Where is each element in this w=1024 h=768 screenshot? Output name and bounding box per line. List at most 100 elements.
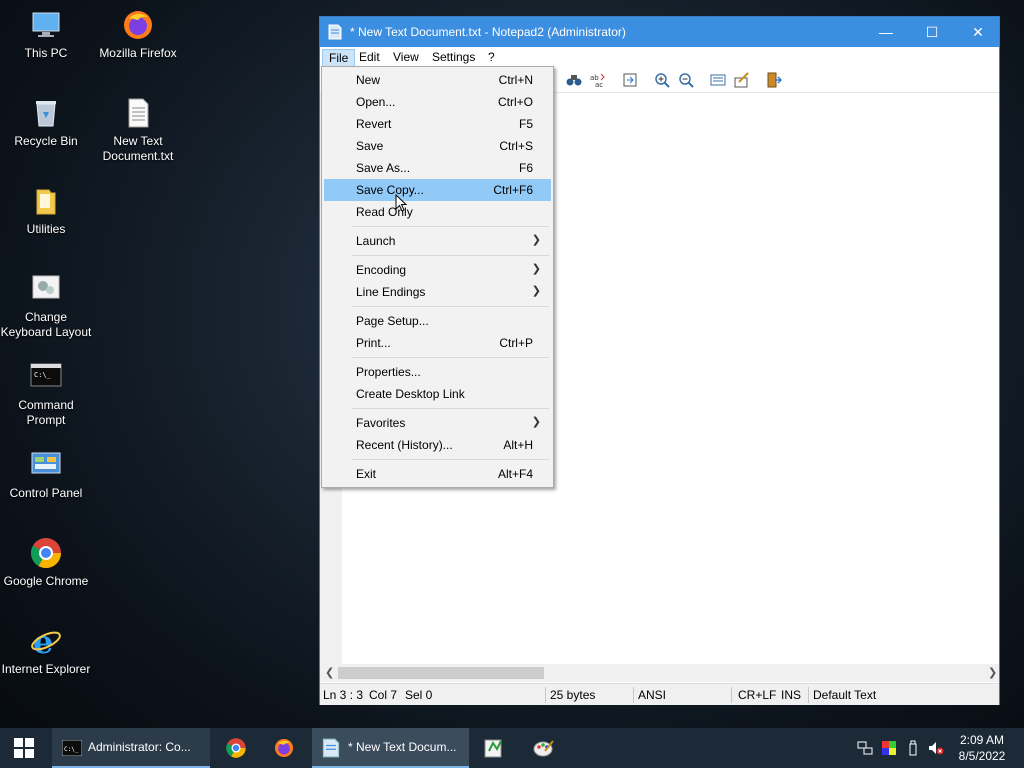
paint-icon bbox=[533, 740, 554, 757]
desktop-icon-google-chrome[interactable]: Google Chrome bbox=[0, 536, 92, 589]
menu-item-save-copy[interactable]: Save Copy... Ctrl+F6 bbox=[324, 179, 551, 201]
desktop-icon-firefox[interactable]: Mozilla Firefox bbox=[92, 8, 184, 61]
recycle-bin-icon bbox=[29, 96, 63, 130]
menu-item-shortcut: Ctrl+N bbox=[498, 73, 533, 87]
menu-item-open[interactable]: Open... Ctrl+O bbox=[324, 91, 551, 113]
find-icon[interactable] bbox=[566, 72, 582, 88]
menu-item-label: Save bbox=[356, 139, 384, 153]
menu-item-line-endings[interactable]: Line Endings ❯ bbox=[324, 281, 551, 303]
zoom-out-icon[interactable] bbox=[678, 72, 694, 88]
taskbar-chrome[interactable] bbox=[214, 728, 258, 768]
replace-icon[interactable]: ab ac bbox=[590, 72, 606, 89]
system-clock[interactable]: 2:09 AM 8/5/2022 bbox=[952, 732, 1012, 764]
desktop-icon-label: Command Prompt bbox=[18, 398, 74, 427]
menu-item-encoding[interactable]: Encoding ❯ bbox=[324, 259, 551, 281]
volume-muted-icon[interactable] bbox=[928, 740, 944, 756]
horizontal-scrollbar[interactable]: ❮ ❯ bbox=[320, 664, 999, 682]
menu-item-new[interactable]: New Ctrl+N bbox=[324, 69, 551, 91]
clock-date: 8/5/2022 bbox=[958, 749, 1006, 763]
title-bar[interactable]: * New Text Document.txt - Notepad2 (Admi… bbox=[320, 17, 999, 47]
menu-item-label: Save As... bbox=[356, 161, 411, 175]
internet-explorer-icon: e bbox=[29, 623, 63, 661]
menu-item-shortcut: Alt+F4 bbox=[497, 467, 533, 481]
menu-item-properties[interactable]: Properties... bbox=[324, 361, 551, 383]
status-file-size: 25 bytes bbox=[550, 688, 596, 702]
menu-item-label: Line Endings bbox=[356, 285, 426, 299]
menu-help[interactable]: ? bbox=[482, 49, 501, 67]
menu-item-print[interactable]: Print... Ctrl+P bbox=[324, 332, 551, 354]
maximize-button[interactable]: ☐ bbox=[909, 17, 955, 47]
chrome-icon bbox=[29, 536, 63, 570]
submenu-arrow-icon: ❯ bbox=[531, 263, 541, 275]
status-bar: Ln 3 : 3 Col 7 Sel 0 25 bytes ANSI CR+LF… bbox=[320, 683, 999, 705]
menu-item-label: Exit bbox=[356, 467, 377, 481]
zoom-in-icon[interactable] bbox=[654, 72, 670, 88]
goto-line-icon[interactable] bbox=[622, 72, 638, 88]
menu-edit[interactable]: Edit bbox=[353, 49, 386, 67]
customize-schemes-icon[interactable] bbox=[734, 72, 750, 88]
desktop-icon-recycle-bin[interactable]: Recycle Bin bbox=[0, 96, 92, 149]
menu-item-recent-history[interactable]: Recent (History)... Alt+H bbox=[324, 434, 551, 456]
command-prompt-icon: C:\_ bbox=[62, 740, 82, 756]
menu-item-exit[interactable]: Exit Alt+F4 bbox=[324, 463, 551, 485]
taskbar-notepad2[interactable]: * New Text Docum... bbox=[312, 728, 469, 768]
desktop-icon-new-text-document[interactable]: New Text Document.txt bbox=[92, 96, 184, 164]
menu-item-page-setup[interactable]: Page Setup... bbox=[324, 310, 551, 332]
desktop-icon-label: Control Panel bbox=[9, 486, 83, 500]
menu-item-label: Revert bbox=[356, 117, 392, 131]
menu-item-launch[interactable]: Launch ❯ bbox=[324, 230, 551, 252]
status-insert-mode[interactable]: INS bbox=[781, 688, 801, 702]
taskbar-command-prompt[interactable]: C:\_ Administrator: Co... bbox=[52, 728, 210, 768]
text-file-icon bbox=[121, 96, 155, 130]
menu-item-revert[interactable]: Revert F5 bbox=[324, 113, 551, 135]
taskbar-paint[interactable] bbox=[522, 728, 566, 768]
menu-separator bbox=[352, 226, 549, 227]
close-button[interactable]: ✕ bbox=[955, 17, 1001, 47]
menu-separator bbox=[352, 306, 549, 307]
desktop-icon-command-prompt[interactable]: C:\_ Command Prompt bbox=[0, 360, 92, 428]
menu-item-save[interactable]: Save Ctrl+S bbox=[324, 135, 551, 157]
scroll-left-icon[interactable]: ❮ bbox=[325, 666, 334, 679]
desktop-icon-internet-explorer[interactable]: e Internet Explorer bbox=[0, 623, 92, 677]
desktop-icon-label: New Text Document.txt bbox=[102, 134, 174, 163]
menu-item-shortcut: Ctrl+P bbox=[499, 336, 533, 350]
desktop-icon-change-keyboard-layout[interactable]: Change Keyboard Layout bbox=[0, 272, 92, 340]
menu-item-read-only[interactable]: Read Only bbox=[324, 201, 551, 223]
desktop-icon-label: This PC bbox=[24, 46, 68, 60]
network-icon[interactable] bbox=[857, 740, 873, 756]
menu-item-label: New bbox=[356, 73, 381, 87]
desktop-icon-this-pc[interactable]: This PC bbox=[0, 8, 92, 61]
control-panel-icon bbox=[29, 448, 63, 482]
taskbar-editor[interactable] bbox=[472, 728, 516, 768]
menu-file[interactable]: File bbox=[322, 49, 356, 67]
menu-bar: File Edit View Settings ? bbox=[320, 47, 999, 67]
submenu-arrow-icon: ❯ bbox=[531, 234, 541, 246]
desktop-icon-control-panel[interactable]: Control Panel bbox=[0, 448, 92, 501]
status-scheme[interactable]: Default Text bbox=[813, 688, 876, 702]
desktop-icon-utilities[interactable]: Utilities bbox=[0, 184, 92, 237]
usb-drive-icon[interactable] bbox=[905, 740, 921, 756]
taskbar-button-label: Administrator: Co... bbox=[88, 740, 191, 754]
menu-item-favorites[interactable]: Favorites ❯ bbox=[324, 412, 551, 434]
menu-separator bbox=[352, 255, 549, 256]
windows-logo-icon bbox=[14, 738, 34, 758]
scroll-right-icon[interactable]: ❯ bbox=[988, 666, 997, 679]
taskbar-firefox[interactable] bbox=[262, 728, 306, 768]
minimize-button[interactable]: — bbox=[863, 17, 909, 47]
scheme-icon[interactable] bbox=[710, 72, 726, 88]
menu-separator bbox=[352, 408, 549, 409]
exit-icon[interactable] bbox=[766, 72, 783, 88]
svg-text:C:\_: C:\_ bbox=[34, 371, 52, 379]
menu-item-label: Encoding bbox=[356, 263, 407, 277]
menu-settings[interactable]: Settings bbox=[426, 49, 481, 67]
scrollbar-thumb[interactable] bbox=[338, 667, 544, 679]
color-picker-icon[interactable] bbox=[881, 740, 897, 756]
menu-separator bbox=[352, 357, 549, 358]
status-separator bbox=[633, 687, 634, 703]
menu-view[interactable]: View bbox=[387, 49, 425, 67]
status-encoding[interactable]: ANSI bbox=[638, 688, 666, 702]
menu-item-create-desktop-link[interactable]: Create Desktop Link bbox=[324, 383, 551, 405]
status-line-endings[interactable]: CR+LF bbox=[738, 688, 776, 702]
start-button[interactable] bbox=[0, 728, 48, 768]
menu-item-save-as[interactable]: Save As... F6 bbox=[324, 157, 551, 179]
